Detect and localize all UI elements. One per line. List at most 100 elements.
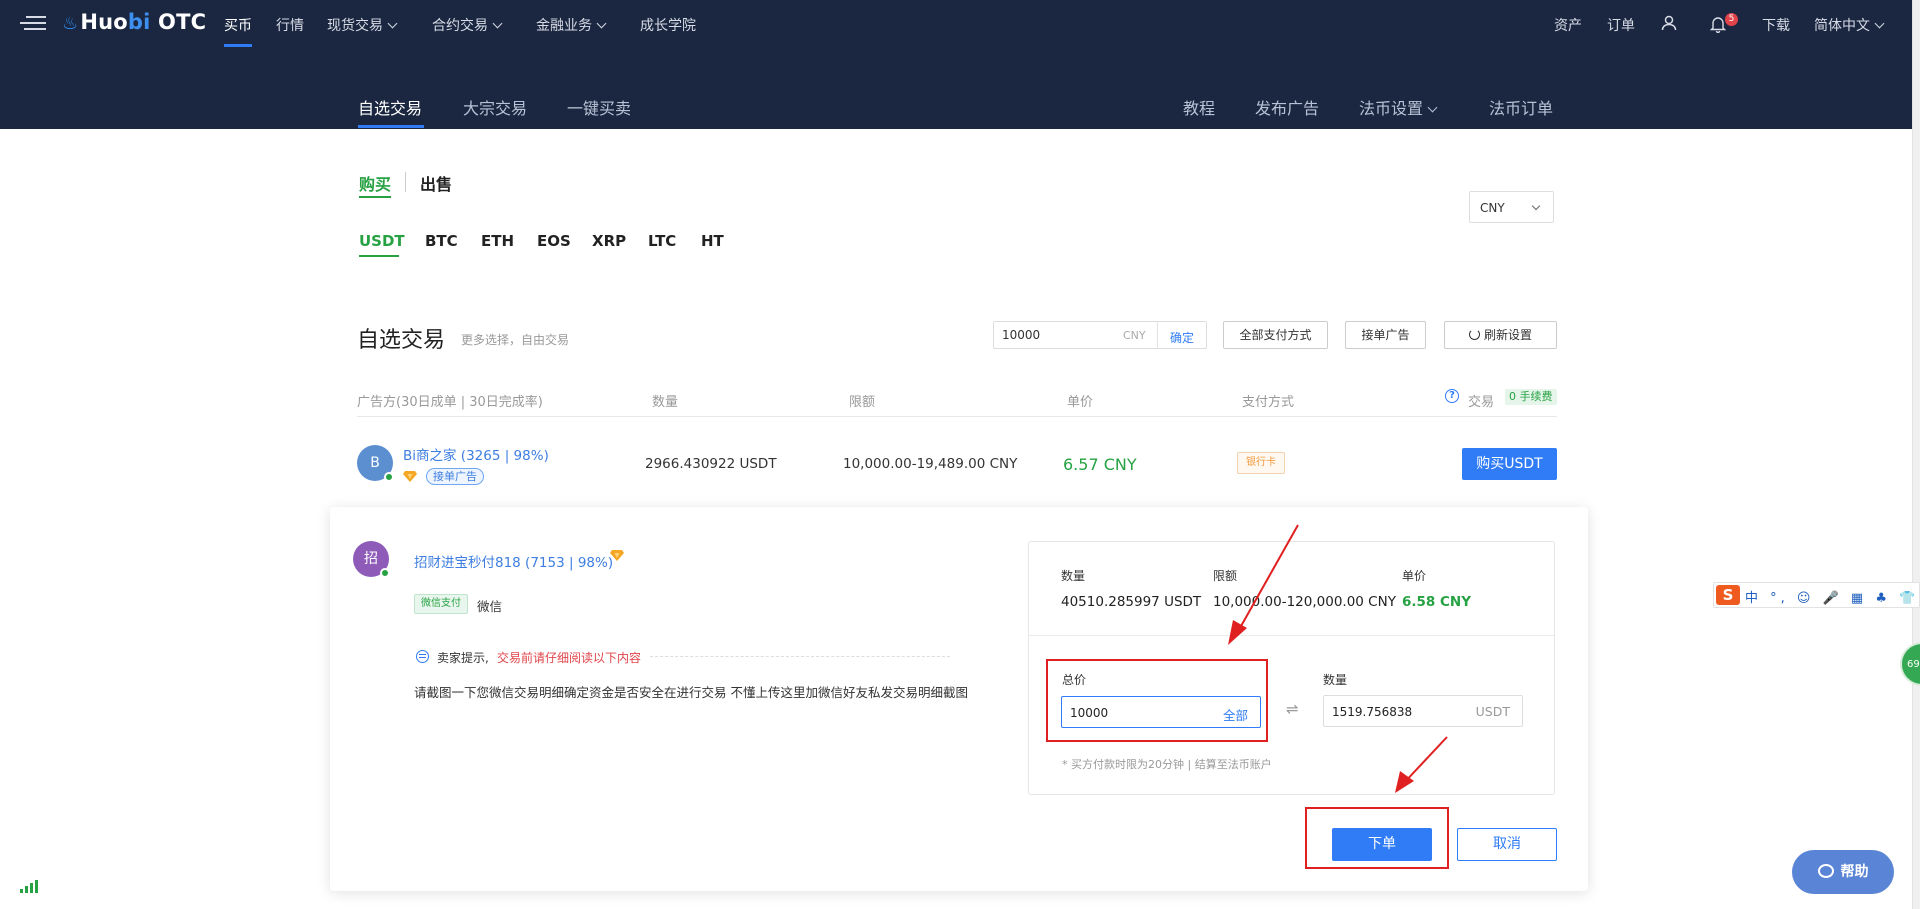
row-limit: 10,000.00-19,489.00 CNY	[843, 456, 1018, 472]
coin-tab-usdt[interactable]: USDT	[359, 232, 405, 250]
menu-icon[interactable]	[20, 14, 46, 32]
online-status-dot	[384, 472, 394, 482]
notification-count-badge: 5	[1725, 13, 1738, 26]
bank-card-payment-tag: 银行卡	[1237, 452, 1285, 474]
coin-tab-btc[interactable]: BTC	[425, 232, 458, 250]
column-header-payment: 支付方式	[1242, 395, 1295, 410]
coin-tab-xrp[interactable]: XRP	[592, 232, 626, 250]
diamond-icon	[610, 550, 624, 561]
coin-tab-eth[interactable]: ETH	[481, 232, 514, 250]
ime-toolbar[interactable]: S 中 °, ☺ 🎤 ▦ ♣ 👕 ▞	[1713, 582, 1920, 608]
help-button[interactable]: 帮助	[1792, 850, 1894, 894]
page-scrollbar[interactable]	[1912, 0, 1920, 909]
column-header-price: 单价	[1067, 395, 1094, 410]
total-price-label: 总价	[1062, 673, 1087, 687]
nav-orders[interactable]: 订单	[1607, 15, 1635, 35]
tab-divider	[405, 172, 406, 192]
user-icon[interactable]	[1661, 15, 1677, 31]
nav-contract-trading[interactable]: 合约交易	[432, 15, 503, 35]
total-price-value: 10000	[1070, 706, 1109, 720]
nav-spot-trading[interactable]: 现货交易	[327, 15, 398, 35]
merchant-name-link[interactable]: 招财进宝秒付818 (7153 | 98%)	[414, 551, 613, 571]
row-price: 6.57 CNY	[1063, 455, 1137, 474]
row-quantity: 2966.430922 USDT	[645, 456, 777, 472]
total-price-input[interactable]: 10000 全部	[1061, 696, 1261, 728]
amount-filter-unit: CNY	[1123, 329, 1146, 342]
panel-price-value: 6.58 CNY	[1402, 594, 1471, 610]
amount-label: 数量	[1323, 673, 1348, 687]
swap-arrows-icon: ⇌	[1286, 700, 1299, 718]
panel-quantity-label: 数量	[1061, 569, 1086, 583]
subnav-block-trade[interactable]: 大宗交易	[463, 95, 527, 119]
currency-select[interactable]: CNY	[1469, 191, 1554, 223]
cancel-button[interactable]: 取消	[1457, 828, 1557, 861]
active-subnav-indicator	[358, 125, 424, 128]
buy-usdt-button[interactable]: 购买USDT	[1462, 448, 1557, 480]
nav-download[interactable]: 下载	[1762, 15, 1790, 35]
question-icon[interactable]: ?	[1445, 389, 1459, 403]
section-subtitle: 更多选择，自由交易	[461, 333, 570, 347]
nav-finance[interactable]: 金融业务	[536, 15, 607, 35]
seller-notice-label: 卖家提示,	[437, 651, 489, 665]
panel-price-label: 单价	[1402, 569, 1427, 583]
amount-input-unit: USDT	[1475, 704, 1510, 719]
payment-method-filter[interactable]: 全部支付方式	[1223, 321, 1328, 349]
zero-fee-badge: 0 手续费	[1505, 389, 1557, 405]
signal-strength-icon	[20, 880, 38, 893]
subnav-custom-trade[interactable]: 自选交易	[358, 95, 422, 119]
amount-input-value: 1519.756838	[1332, 705, 1413, 719]
tab-buy[interactable]: 购买	[359, 171, 391, 195]
section-title: 自选交易	[357, 328, 446, 353]
bell-icon[interactable]	[1710, 16, 1726, 33]
accept-ads-filter[interactable]: 接单广告	[1345, 321, 1426, 349]
chevron-down-icon	[492, 18, 503, 29]
seller-notice-body: 请截图一下您微信交易明细确定资金是否安全在进行交易 不懂上传这里加微信好友私发交…	[414, 685, 968, 700]
column-header-trade: 交易	[1468, 395, 1495, 410]
wechat-pay-tag: 微信支付	[414, 594, 468, 614]
subnav-tutorial[interactable]: 教程	[1183, 95, 1215, 119]
all-amount-button[interactable]: 全部	[1223, 705, 1248, 724]
column-header-quantity: 数量	[652, 395, 679, 410]
coin-tab-ht[interactable]: HT	[701, 232, 724, 250]
subnav-fiat-orders[interactable]: 法币订单	[1489, 95, 1553, 119]
merchant-name-link[interactable]: Bi商之家 (3265 | 98%)	[403, 444, 549, 464]
annotation-arrow-icon	[1228, 524, 1299, 645]
subnav-fiat-settings[interactable]: 法币设置	[1359, 95, 1438, 119]
huobi-otc-logo[interactable]: ♨Huobi OTC	[62, 10, 206, 34]
tab-sell[interactable]: 出售	[420, 171, 452, 195]
notice-icon	[416, 650, 429, 663]
nav-markets[interactable]: 行情	[276, 15, 304, 35]
accept-ad-tag: 接单广告	[426, 468, 484, 485]
nav-assets[interactable]: 资产	[1554, 15, 1582, 35]
chevron-down-icon	[387, 18, 398, 29]
amount-filter-value: 10000	[1002, 328, 1041, 342]
place-order-button[interactable]: 下单	[1332, 828, 1432, 861]
amount-filter-input[interactable]: 10000 CNY 确定	[993, 321, 1207, 349]
avatar[interactable]: B	[357, 445, 394, 482]
side-float-widget[interactable]: 69	[1900, 642, 1920, 686]
refresh-settings-button[interactable]: 刷新设置	[1444, 321, 1557, 349]
amount-input[interactable]: 1519.756838 USDT	[1323, 695, 1523, 727]
amount-confirm-button[interactable]: 确定	[1170, 329, 1194, 346]
coin-tab-ltc[interactable]: LTC	[648, 232, 676, 250]
nav-academy[interactable]: 成长学院	[640, 15, 696, 35]
payment-method-text: 微信	[477, 599, 503, 614]
diamond-icon	[403, 471, 417, 482]
online-status-dot	[380, 568, 390, 578]
refresh-icon	[1468, 329, 1480, 340]
chevron-down-icon	[1874, 18, 1885, 29]
language-selector[interactable]: 简体中文	[1814, 15, 1885, 35]
nav-buy-coin[interactable]: 买币	[224, 15, 252, 35]
subnav-post-ad[interactable]: 发布广告	[1255, 95, 1319, 119]
chevron-down-icon	[1427, 102, 1438, 113]
chevron-down-icon	[596, 18, 607, 29]
seller-notice-warning: 交易前请仔细阅读以下内容	[497, 651, 642, 665]
payment-time-note: * 买方付款时限为20分钟 | 结算至法币账户	[1062, 758, 1272, 771]
flame-icon: ♨	[62, 13, 79, 34]
avatar[interactable]: 招	[353, 541, 390, 578]
panel-quantity-value: 40510.285997 USDT	[1061, 594, 1202, 610]
subnav-one-click-trade[interactable]: 一键买卖	[567, 95, 631, 119]
coin-tab-eos[interactable]: EOS	[537, 232, 571, 250]
sogou-ime-logo-icon: S	[1716, 585, 1740, 605]
ime-toolbar-buttons[interactable]: 中 °, ☺ 🎤 ▦ ♣ 👕 ▞	[1745, 587, 1920, 606]
